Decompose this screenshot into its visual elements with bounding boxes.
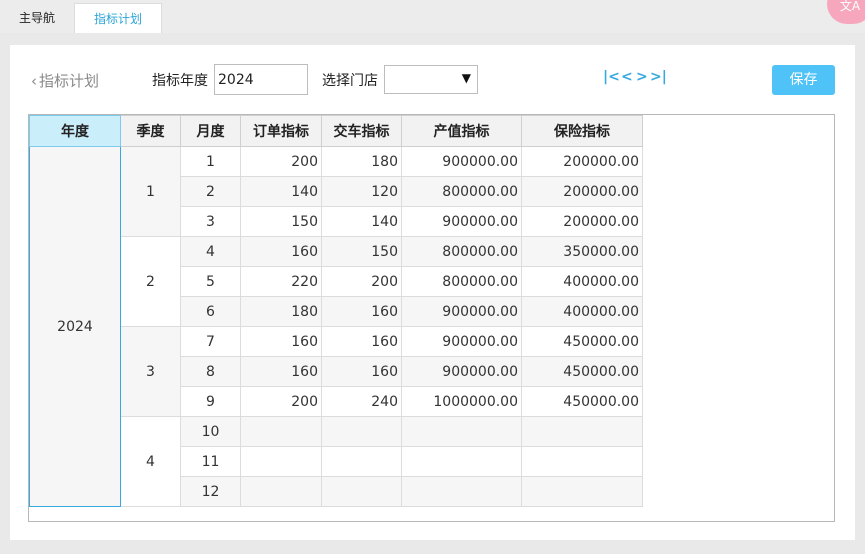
col-header-output[interactable]: 产值指标 <box>401 115 522 147</box>
cell-delivery[interactable] <box>321 446 402 477</box>
year-label: 指标年度 <box>152 73 208 89</box>
cell-order[interactable] <box>240 446 322 477</box>
cell-insurance[interactable]: 200000.00 <box>521 206 643 237</box>
cell-insurance[interactable]: 350000.00 <box>521 236 643 267</box>
cell-quarter[interactable]: 2 <box>120 236 181 327</box>
col-header-delivery[interactable]: 交车指标 <box>321 115 402 147</box>
cell-month[interactable]: 6 <box>180 296 241 327</box>
cell-output[interactable]: 900000.00 <box>401 146 522 177</box>
table-row: 3 7 160 160 900000.00 450000.00 <box>30 326 643 417</box>
cell-output[interactable]: 800000.00 <box>401 236 522 267</box>
cell-insurance[interactable] <box>521 476 643 507</box>
cell-month[interactable]: 7 <box>180 326 241 357</box>
save-button[interactable]: 保存 <box>772 65 835 95</box>
table-row: 4 10 <box>30 416 643 507</box>
cell-order[interactable]: 180 <box>240 296 322 327</box>
cell-output[interactable]: 1000000.00 <box>401 386 522 417</box>
table-header-row: 年度 季度 月度 订单指标 交车指标 产值指标 保险指标 <box>29 115 643 147</box>
translate-icon[interactable]: 文A <box>827 0 865 24</box>
cell-order[interactable] <box>240 476 322 507</box>
cell-output[interactable]: 900000.00 <box>401 326 522 357</box>
chevron-left-icon: ‹ <box>31 72 37 90</box>
tab-bar: 主导航 指标计划 文A <box>0 0 865 33</box>
indicator-grid: 年度 季度 月度 订单指标 交车指标 产值指标 保险指标 2024 1 1 200 18… <box>28 114 835 522</box>
col-header-order[interactable]: 订单指标 <box>240 115 322 147</box>
cell-month[interactable]: 4 <box>180 236 241 267</box>
cell-output[interactable] <box>401 446 522 477</box>
cell-insurance[interactable]: 450000.00 <box>521 356 643 387</box>
cell-month[interactable]: 9 <box>180 386 241 417</box>
cell-month[interactable]: 3 <box>180 206 241 237</box>
cell-insurance[interactable]: 200000.00 <box>521 176 643 207</box>
cell-delivery[interactable] <box>321 416 402 447</box>
cell-month[interactable]: 5 <box>180 266 241 297</box>
cell-delivery[interactable]: 120 <box>321 176 402 207</box>
main-panel: ‹指标计划 指标年度 选择门店 ▼ |< < > >| 保存 年度 季度 月度 <box>10 45 855 540</box>
cell-delivery[interactable]: 180 <box>321 146 402 177</box>
col-header-month[interactable]: 月度 <box>180 115 241 147</box>
cell-output[interactable]: 800000.00 <box>401 176 522 207</box>
back-label: 指标计划 <box>39 72 100 90</box>
next-page-icon[interactable]: > <box>636 69 648 85</box>
cell-order[interactable]: 220 <box>240 266 322 297</box>
cell-quarter[interactable]: 4 <box>120 416 181 507</box>
indicator-table: 年度 季度 月度 订单指标 交车指标 产值指标 保险指标 2024 1 1 200 18… <box>29 115 643 507</box>
cell-output[interactable]: 900000.00 <box>401 356 522 387</box>
col-header-insurance[interactable]: 保险指标 <box>521 115 643 147</box>
tab-main-nav[interactable]: 主导航 <box>0 3 74 33</box>
toolbar: ‹指标计划 指标年度 选择门店 ▼ |< < > >| 保存 <box>10 45 855 111</box>
cell-order[interactable]: 160 <box>240 326 322 357</box>
cell-month[interactable]: 11 <box>180 446 241 477</box>
cell-insurance[interactable]: 200000.00 <box>521 146 643 177</box>
table-row: 2024 1 1 200 180 900000.00 200000.00 <box>29 146 643 507</box>
cell-order[interactable]: 160 <box>240 236 322 267</box>
cell-insurance[interactable] <box>521 446 643 477</box>
cell-order[interactable]: 200 <box>240 146 322 177</box>
table-row: 2 4 160 150 800000.00 350000.00 <box>30 236 643 327</box>
cell-order[interactable]: 140 <box>240 176 322 207</box>
cell-delivery[interactable]: 160 <box>321 356 402 387</box>
dropdown-arrow-icon: ▼ <box>461 71 471 85</box>
first-page-icon[interactable]: |< <box>603 69 620 85</box>
cell-month[interactable]: 8 <box>180 356 241 387</box>
cell-month[interactable]: 2 <box>180 176 241 207</box>
table-body: 2024 1 1 200 180 900000.00 200000.00 2 140 120 800… <box>29 146 643 507</box>
cell-insurance[interactable]: 400000.00 <box>521 296 643 327</box>
back-link[interactable]: ‹ 指标计划 <box>31 70 99 91</box>
cell-output[interactable]: 800000.00 <box>401 266 522 297</box>
cell-delivery[interactable]: 160 <box>321 296 402 327</box>
cell-output[interactable]: 900000.00 <box>401 296 522 327</box>
col-header-quarter[interactable]: 季度 <box>120 115 181 147</box>
cell-month[interactable]: 1 <box>180 146 241 177</box>
cell-insurance[interactable]: 450000.00 <box>521 326 643 357</box>
cell-delivery[interactable] <box>321 476 402 507</box>
cell-month[interactable]: 10 <box>180 416 241 447</box>
cell-order[interactable]: 160 <box>240 356 322 387</box>
cell-quarter[interactable]: 1 <box>120 146 181 237</box>
store-select[interactable]: ▼ <box>384 65 478 94</box>
col-header-year[interactable]: 年度 <box>29 115 121 147</box>
cell-order[interactable] <box>240 416 322 447</box>
cell-quarter[interactable]: 3 <box>120 326 181 417</box>
cell-month[interactable]: 12 <box>180 476 241 507</box>
cell-order[interactable]: 150 <box>240 206 322 237</box>
cell-insurance[interactable]: 400000.00 <box>521 266 643 297</box>
cell-delivery[interactable]: 140 <box>321 206 402 237</box>
cell-insurance[interactable] <box>521 416 643 447</box>
last-page-icon[interactable]: >| <box>650 69 667 85</box>
cell-year[interactable]: 2024 <box>29 146 121 507</box>
store-label: 选择门店 <box>322 73 378 89</box>
cell-output[interactable]: 900000.00 <box>401 206 522 237</box>
year-input[interactable] <box>214 64 308 95</box>
cell-delivery[interactable]: 160 <box>321 326 402 357</box>
tab-indicator-plan[interactable]: 指标计划 <box>74 3 162 33</box>
cell-insurance[interactable]: 450000.00 <box>521 386 643 417</box>
cell-delivery[interactable]: 150 <box>321 236 402 267</box>
cell-delivery[interactable]: 200 <box>321 266 402 297</box>
cell-delivery[interactable]: 240 <box>321 386 402 417</box>
cell-output[interactable] <box>401 476 522 507</box>
cell-output[interactable] <box>401 416 522 447</box>
cell-order[interactable]: 200 <box>240 386 322 417</box>
prev-page-icon[interactable]: < <box>621 69 633 85</box>
